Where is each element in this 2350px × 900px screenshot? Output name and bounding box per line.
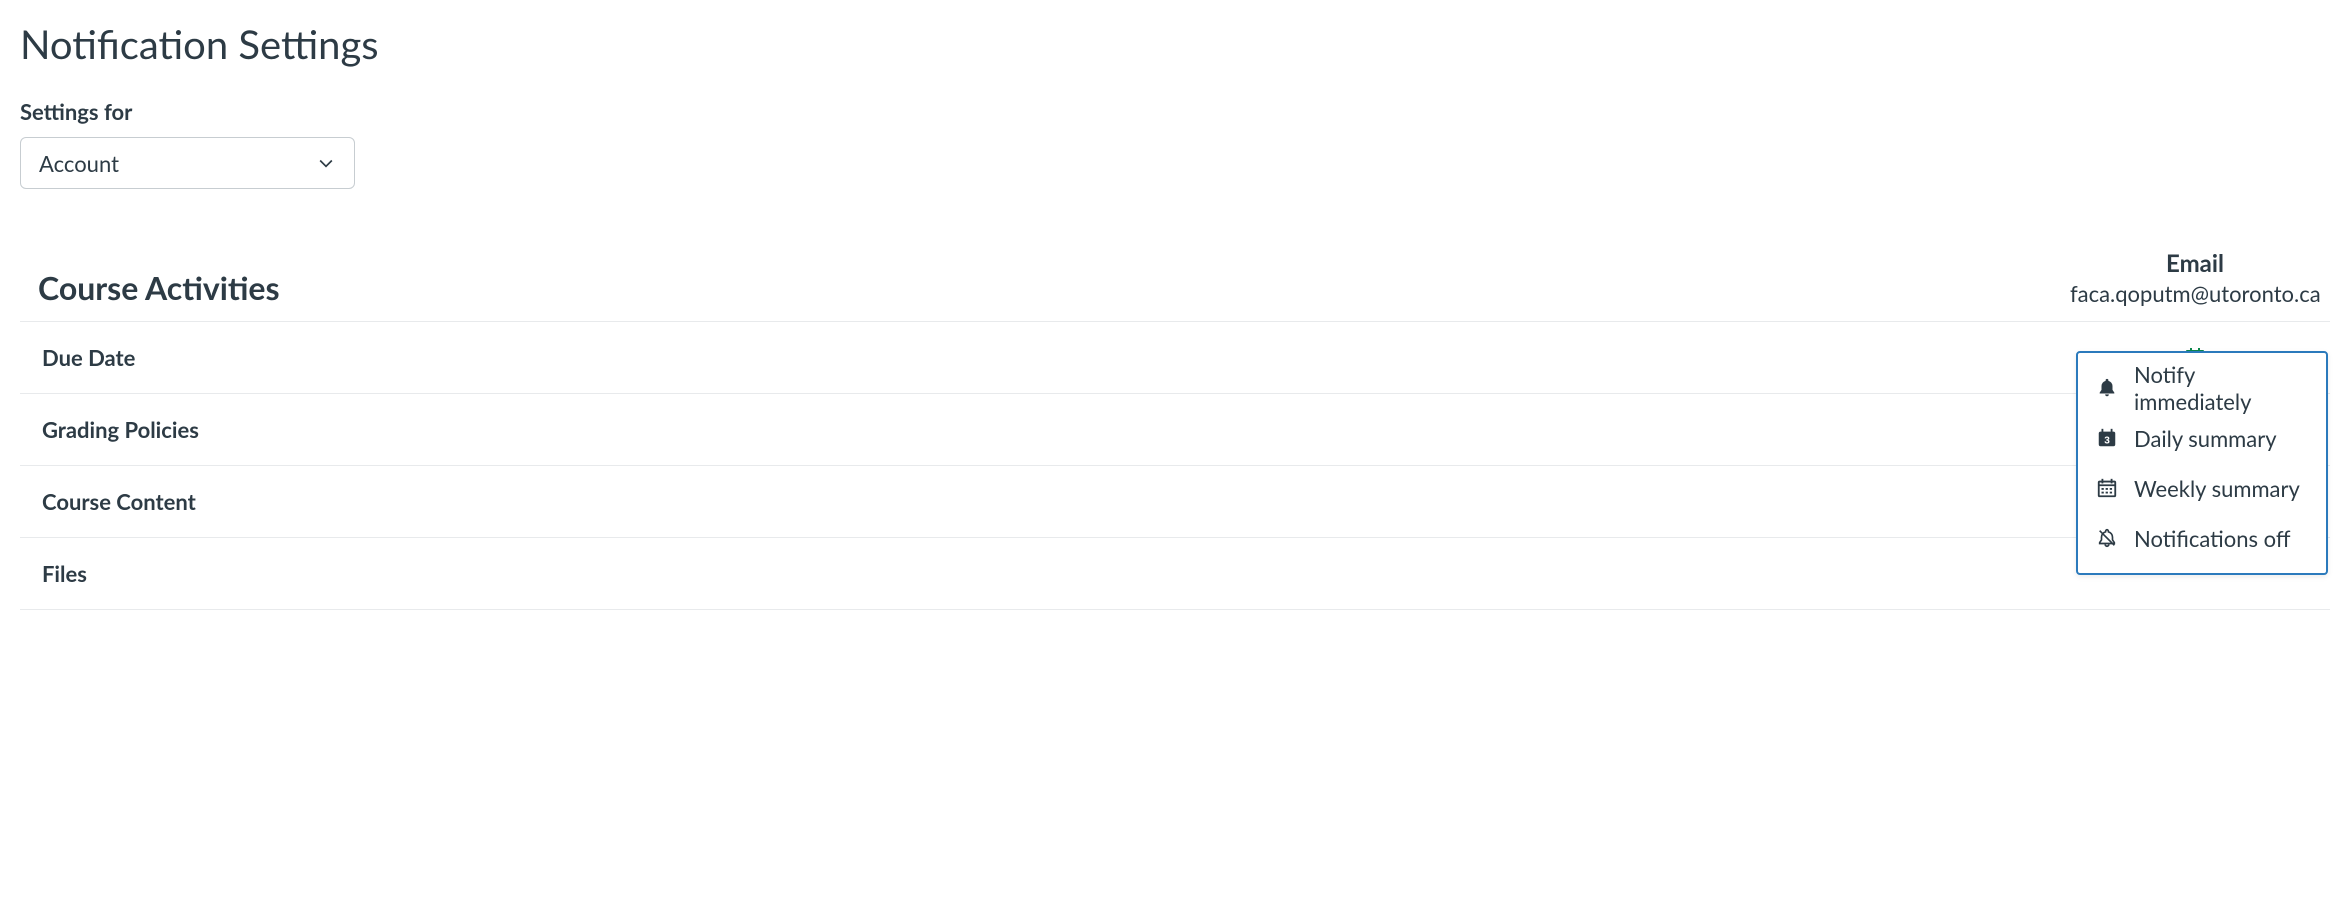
email-address: faca.qoputm@utoronto.ca xyxy=(2070,280,2320,307)
frequency-menu: Notify immediately 3 Daily summary xyxy=(2076,351,2328,575)
calendar-day-icon: 3 xyxy=(2096,427,2118,449)
menu-item-label: Daily summary xyxy=(2134,425,2277,452)
email-column-header: Email faca.qoputm@utoronto.ca xyxy=(2070,249,2330,307)
page-title: Notification Settings xyxy=(20,20,2330,68)
row-label-grading-policies: Grading Policies xyxy=(20,416,2070,443)
menu-item-label: Weekly summary xyxy=(2134,475,2300,502)
row-due-date: Due Date xyxy=(20,322,2330,394)
menu-item-label: Notifications off xyxy=(2134,525,2291,552)
account-select-value: Account xyxy=(39,150,119,177)
row-label-course-content: Course Content xyxy=(20,488,2070,515)
settings-for-label: Settings for xyxy=(20,98,2330,125)
row-grading-policies: Grading Policies xyxy=(20,394,2330,466)
bell-off-icon xyxy=(2096,527,2118,549)
account-select[interactable]: Account xyxy=(20,137,355,189)
menu-item-daily-summary[interactable]: 3 Daily summary xyxy=(2078,413,2326,463)
bell-icon xyxy=(2096,377,2118,399)
table-header: Course Activities Email faca.qoputm@utor… xyxy=(20,249,2330,322)
section-title: Course Activities xyxy=(38,268,2070,307)
row-files: Files xyxy=(20,538,2330,610)
menu-item-weekly-summary[interactable]: Weekly summary xyxy=(2078,463,2326,513)
notification-table: Course Activities Email faca.qoputm@utor… xyxy=(20,249,2330,610)
svg-text:3: 3 xyxy=(2104,436,2110,447)
menu-item-notify-immediately[interactable]: Notify immediately xyxy=(2078,363,2326,413)
menu-item-label: Notify immediately xyxy=(2134,361,2308,415)
row-label-files: Files xyxy=(20,560,2070,587)
calendar-week-icon xyxy=(2096,477,2118,499)
email-label: Email xyxy=(2070,249,2320,278)
row-label-due-date: Due Date xyxy=(20,344,2070,371)
chevron-down-icon xyxy=(316,153,336,173)
row-course-content: Course Content xyxy=(20,466,2330,538)
menu-item-notifications-off[interactable]: Notifications off xyxy=(2078,513,2326,563)
